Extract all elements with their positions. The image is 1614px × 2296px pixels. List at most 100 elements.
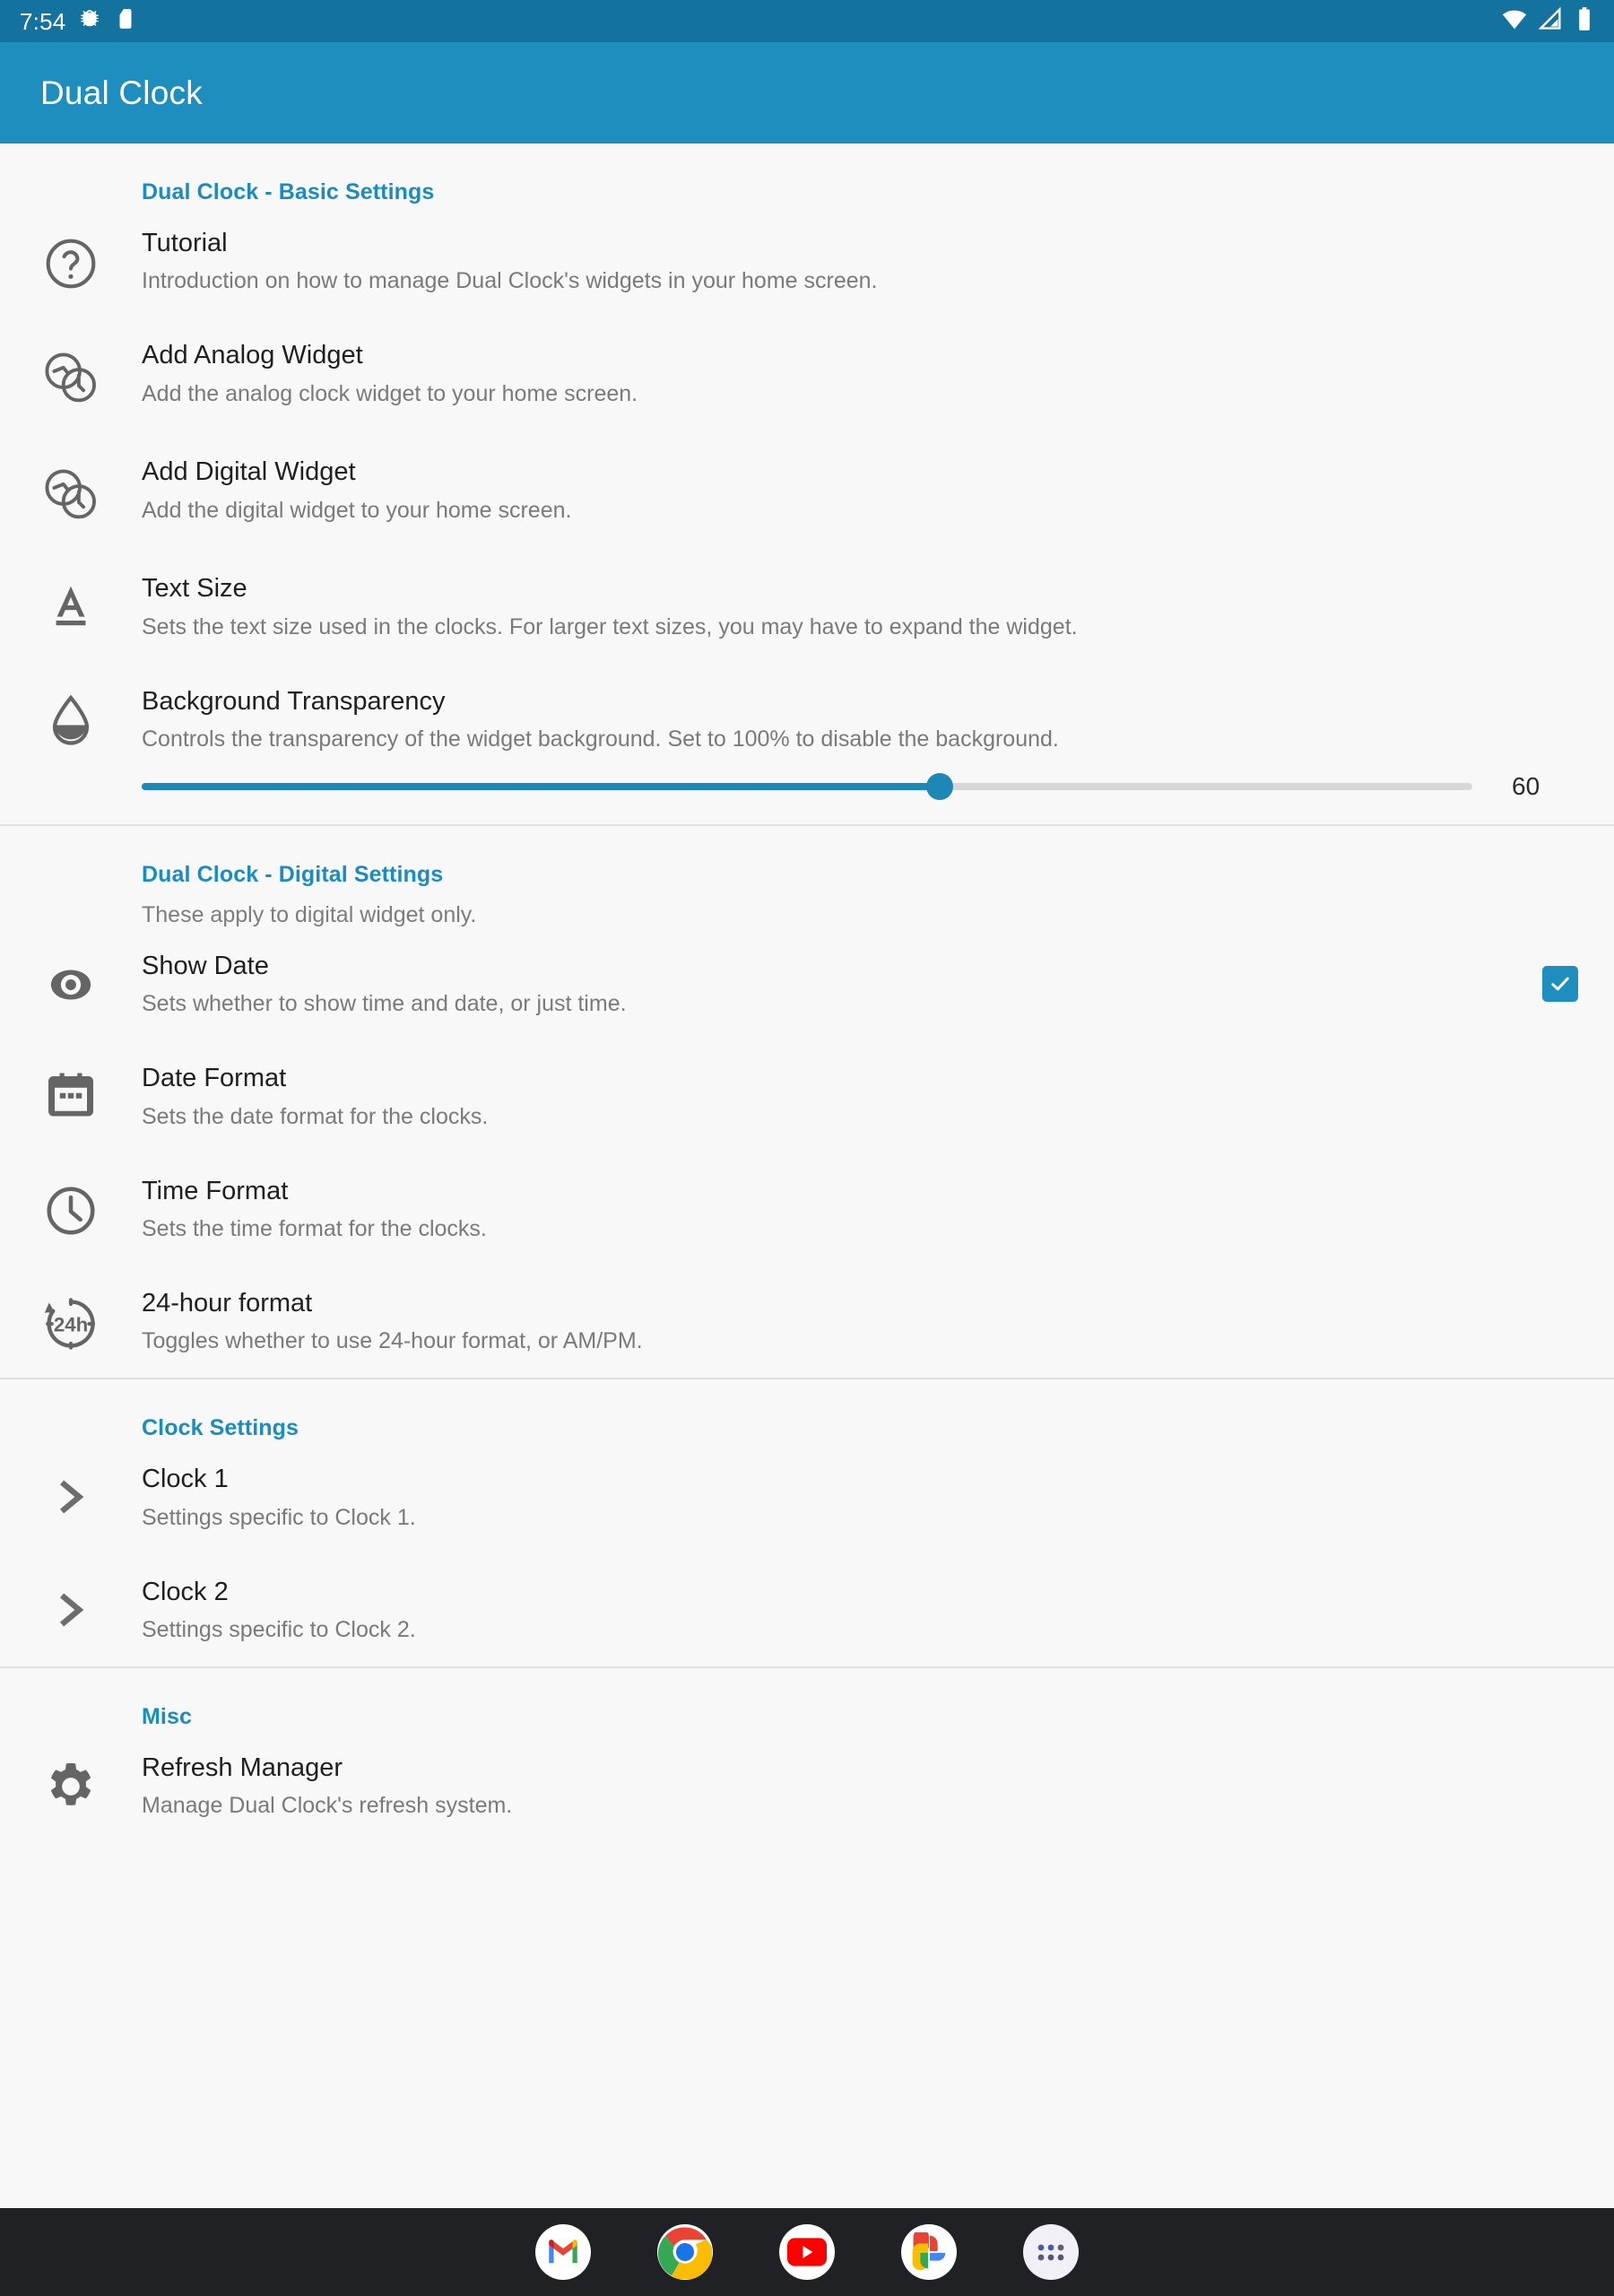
section-header-misc: Misc	[0, 1668, 1614, 1730]
settings-row-background-transparency[interactable]: Background Transparency Controls the tra…	[0, 664, 1614, 824]
bug-icon	[78, 7, 101, 35]
clock-icon	[0, 1177, 142, 1239]
section-title-clock: Clock Settings	[142, 1415, 299, 1441]
section-misc: Misc Refresh Manager Manage Dual Clock's…	[0, 1668, 1614, 1842]
settings-row-show-date[interactable]: Show Date Sets whether to show time and …	[0, 928, 1614, 1040]
slider-track[interactable]	[142, 773, 1472, 801]
chrome-icon[interactable]	[657, 2224, 713, 2280]
google-photos-icon[interactable]	[901, 2224, 957, 2280]
section-basic-settings: Dual Clock - Basic Settings Tutorial Int…	[0, 144, 1614, 824]
section-digital-settings: Dual Clock - Digital Settings These appl…	[0, 826, 1614, 1378]
water-drop-icon	[0, 687, 142, 746]
settings-row-title: Time Format	[142, 1176, 289, 1205]
settings-row-date-format[interactable]: Date Format Sets the date format for the…	[0, 1040, 1614, 1152]
settings-row-subtitle: Sets the time format for the clocks.	[142, 1216, 487, 1242]
settings-row-title: Date Format	[142, 1064, 287, 1093]
section-header-clock: Clock Settings	[0, 1379, 1614, 1441]
settings-row-title: Background Transparency	[142, 686, 446, 716]
settings-row-body: 24-hour format Toggles whether to use 24…	[142, 1289, 1578, 1354]
settings-row-title: Refresh Manager	[142, 1753, 343, 1783]
settings-row-subtitle: Sets the date format for the clocks.	[142, 1103, 489, 1129]
settings-row-clock-2[interactable]: Clock 2 Settings specific to Clock 2.	[0, 1554, 1614, 1666]
settings-row-subtitle: Add the analog clock widget to your home…	[142, 380, 638, 406]
status-bar: 7:54	[0, 0, 1614, 42]
settings-row-title: Tutorial	[142, 229, 228, 257]
page-title: Dual Clock	[40, 74, 203, 111]
settings-row-body: Time Format Sets the time format for the…	[142, 1177, 1578, 1242]
dock	[0, 2208, 1614, 2296]
section-subtitle-digital: These apply to digital widget only.	[142, 902, 477, 928]
section-title-misc: Misc	[142, 1704, 192, 1730]
settings-row-subtitle: Manage Dual Clock's refresh system.	[142, 1793, 513, 1819]
settings-row-title: Clock 2	[142, 1577, 229, 1606]
settings-row-clock-1[interactable]: Clock 1 Settings specific to Clock 1.	[0, 1441, 1614, 1553]
status-bar-right	[1501, 5, 1594, 37]
analog-clocks-icon	[0, 457, 142, 527]
settings-row-subtitle: Settings specific to Clock 1.	[142, 1504, 416, 1530]
settings-row-body: Text Size Sets the text size used in the…	[142, 574, 1578, 639]
chevron-right-icon	[0, 1578, 142, 1637]
settings-row-body: Refresh Manager Manage Dual Clock's refr…	[142, 1753, 1578, 1819]
settings-row-tutorial[interactable]: Tutorial Introduction on how to manage D…	[0, 205, 1614, 317]
settings-row-title: Show Date	[142, 952, 269, 981]
phone-screen: 7:54 Dual Clock Dual Clock - Basic Setti…	[0, 0, 1614, 2296]
settings-row-title: Add Digital Widget	[142, 457, 356, 487]
text-size-icon	[0, 574, 142, 631]
settings-row-title: Text Size	[142, 574, 247, 604]
svg-text:24h: 24h	[54, 1314, 88, 1336]
24h-icon: 24h	[0, 1289, 142, 1353]
show-date-checkbox[interactable]	[1542, 966, 1578, 1003]
settings-row-subtitle: Sets the text size used in the clocks. F…	[142, 613, 1078, 639]
wifi-icon	[1501, 5, 1528, 37]
transparency-slider[interactable]: 60	[142, 772, 1560, 801]
settings-row-title: Add Analog Widget	[142, 341, 363, 370]
settings-row-body: Clock 2 Settings specific to Clock 2.	[142, 1578, 1578, 1643]
section-title-digital: Dual Clock - Digital Settings	[142, 862, 444, 888]
youtube-icon[interactable]	[779, 2224, 835, 2280]
settings-row-title: 24-hour format	[142, 1289, 313, 1318]
settings-row-body: Add Analog Widget Add the analog clock w…	[142, 341, 1578, 406]
slider-thumb[interactable]	[926, 773, 954, 801]
settings-row-subtitle: Controls the transparency of the widget …	[142, 726, 1059, 752]
settings-row-accessory	[1542, 952, 1578, 1003]
settings-row-subtitle: Sets whether to show time and date, or j…	[142, 991, 627, 1017]
settings-row-body: Tutorial Introduction on how to manage D…	[142, 229, 1578, 294]
settings-row-subtitle: Add the digital widget to your home scre…	[142, 497, 572, 523]
settings-row-body: Clock 1 Settings specific to Clock 1.	[142, 1465, 1578, 1530]
settings-row-add-digital-widget[interactable]: Add Digital Widget Add the digital widge…	[0, 434, 1614, 551]
app-drawer-icon[interactable]	[1023, 2224, 1079, 2280]
cellular-signal-icon	[1538, 6, 1564, 36]
chevron-right-icon	[0, 1465, 142, 1524]
settings-row-24-hour-format[interactable]: 24h 24-hour format Toggles whether to us…	[0, 1265, 1614, 1378]
slider-fill	[142, 783, 941, 791]
status-bar-left: 7:54	[20, 7, 137, 35]
calendar-icon	[0, 1064, 142, 1123]
section-title-basic: Dual Clock - Basic Settings	[142, 179, 435, 204]
battery-icon	[1575, 6, 1594, 36]
section-header-digital: Dual Clock - Digital Settings These appl…	[0, 826, 1614, 928]
settings-row-subtitle: Toggles whether to use 24-hour format, o…	[142, 1328, 643, 1354]
settings-row-refresh-manager[interactable]: Refresh Manager Manage Dual Clock's refr…	[0, 1730, 1614, 1842]
slider-value-label: 60	[1512, 772, 1540, 801]
app-bar: Dual Clock	[0, 42, 1614, 144]
settings-row-title: Clock 1	[142, 1465, 229, 1494]
gmail-icon[interactable]	[535, 2224, 591, 2280]
settings-row-body: Background Transparency Controls the tra…	[142, 687, 1578, 801]
settings-row-time-format[interactable]: Time Format Sets the time format for the…	[0, 1153, 1614, 1265]
gear-icon	[0, 1753, 142, 1814]
analog-clocks-icon	[0, 341, 142, 411]
settings-row-body: Add Digital Widget Add the digital widge…	[142, 457, 1578, 523]
settings-row-add-analog-widget[interactable]: Add Analog Widget Add the analog clock w…	[0, 317, 1614, 434]
settings-list[interactable]: Dual Clock - Basic Settings Tutorial Int…	[0, 144, 1614, 2208]
settings-row-subtitle: Introduction on how to manage Dual Clock…	[142, 268, 878, 294]
question-mark-circle-icon	[0, 229, 142, 293]
sd-card-icon	[114, 7, 137, 35]
section-clock-settings: Clock Settings Clock 1 Settings specific…	[0, 1379, 1614, 1666]
section-header-basic: Dual Clock - Basic Settings	[0, 144, 1614, 205]
settings-row-body: Show Date Sets whether to show time and …	[142, 952, 1542, 1017]
settings-row-subtitle: Settings specific to Clock 2.	[142, 1617, 416, 1643]
status-bar-clock: 7:54	[20, 7, 66, 35]
settings-row-text-size[interactable]: Text Size Sets the text size used in the…	[0, 551, 1614, 663]
settings-row-body: Date Format Sets the date format for the…	[142, 1064, 1578, 1129]
eye-icon	[0, 952, 142, 1013]
